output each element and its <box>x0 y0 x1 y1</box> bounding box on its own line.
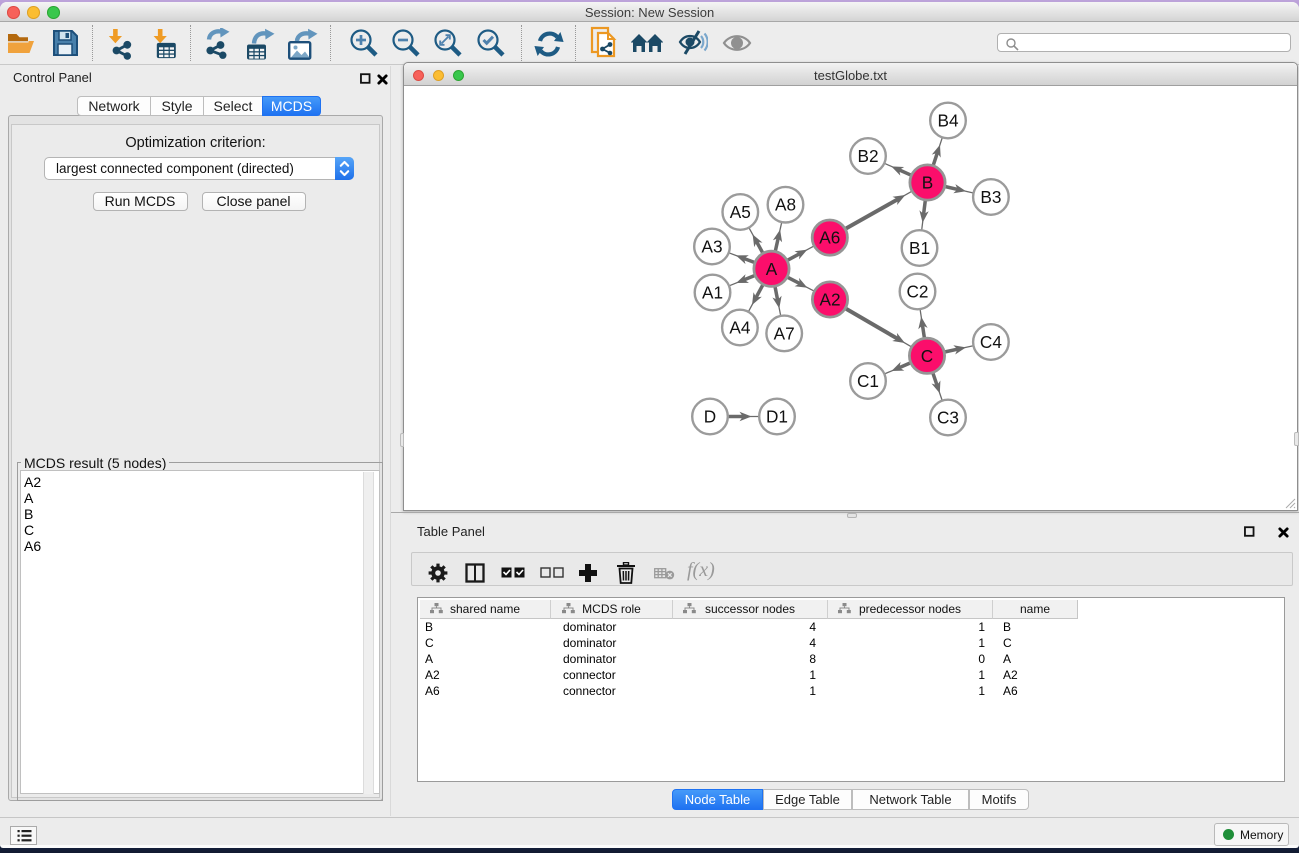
svg-text:C2: C2 <box>907 282 929 302</box>
svg-text:A5: A5 <box>730 202 751 222</box>
svg-text:A6: A6 <box>819 228 840 248</box>
svg-text:C: C <box>921 346 933 366</box>
svg-text:A1: A1 <box>702 283 723 303</box>
svg-text:B4: B4 <box>937 111 958 131</box>
svg-text:B2: B2 <box>857 146 878 166</box>
svg-text:A4: A4 <box>729 318 750 338</box>
svg-text:C4: C4 <box>980 332 1002 352</box>
svg-text:A3: A3 <box>701 237 722 257</box>
svg-text:D1: D1 <box>766 407 788 427</box>
svg-text:A: A <box>766 259 778 279</box>
svg-text:A7: A7 <box>774 323 795 343</box>
svg-text:B3: B3 <box>980 187 1001 207</box>
svg-text:C1: C1 <box>857 371 879 391</box>
svg-text:A2: A2 <box>819 290 840 310</box>
svg-text:A8: A8 <box>775 195 796 215</box>
svg-text:B: B <box>922 173 933 193</box>
svg-text:B1: B1 <box>909 238 930 258</box>
svg-text:D: D <box>704 407 716 427</box>
svg-text:C3: C3 <box>937 408 959 428</box>
